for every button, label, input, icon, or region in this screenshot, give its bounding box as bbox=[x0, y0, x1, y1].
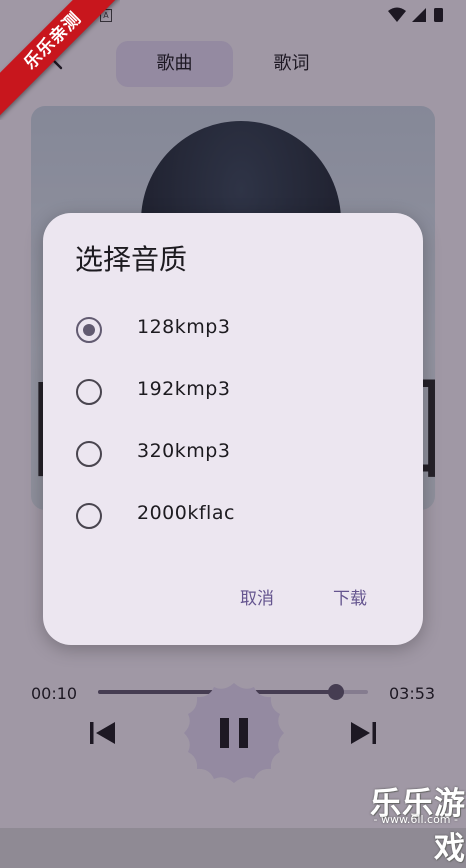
quality-option-label: 2000kflac bbox=[137, 502, 235, 524]
quality-option-label: 320kmp3 bbox=[137, 440, 231, 462]
radio-button[interactable] bbox=[76, 503, 102, 529]
radio-selected-dot bbox=[83, 324, 95, 336]
radio-button[interactable] bbox=[76, 441, 102, 467]
corner-watermark: 乐乐亲测 bbox=[0, 0, 120, 120]
quality-option-label: 128kmp3 bbox=[137, 316, 231, 338]
quality-option[interactable]: 128kmp3 bbox=[43, 299, 423, 361]
quality-option[interactable]: 320kmp3 bbox=[43, 423, 423, 485]
watermark-ribbon: 乐乐亲测 bbox=[0, 0, 120, 119]
quality-option-label: 192kmp3 bbox=[137, 378, 231, 400]
dialog-title: 选择音质 bbox=[75, 243, 188, 276]
quality-option[interactable]: 2000kflac bbox=[43, 485, 423, 547]
cancel-button[interactable]: 取消 bbox=[240, 584, 274, 609]
quality-dialog: 选择音质 128kmp3 192kmp3 320kmp3 2000kflac 取… bbox=[43, 213, 423, 645]
download-button[interactable]: 下载 bbox=[333, 584, 367, 609]
radio-button[interactable] bbox=[76, 317, 102, 343]
radio-button[interactable] bbox=[76, 379, 102, 405]
watermark-url: - www.6ll.com - bbox=[373, 813, 458, 826]
quality-option[interactable]: 192kmp3 bbox=[43, 361, 423, 423]
